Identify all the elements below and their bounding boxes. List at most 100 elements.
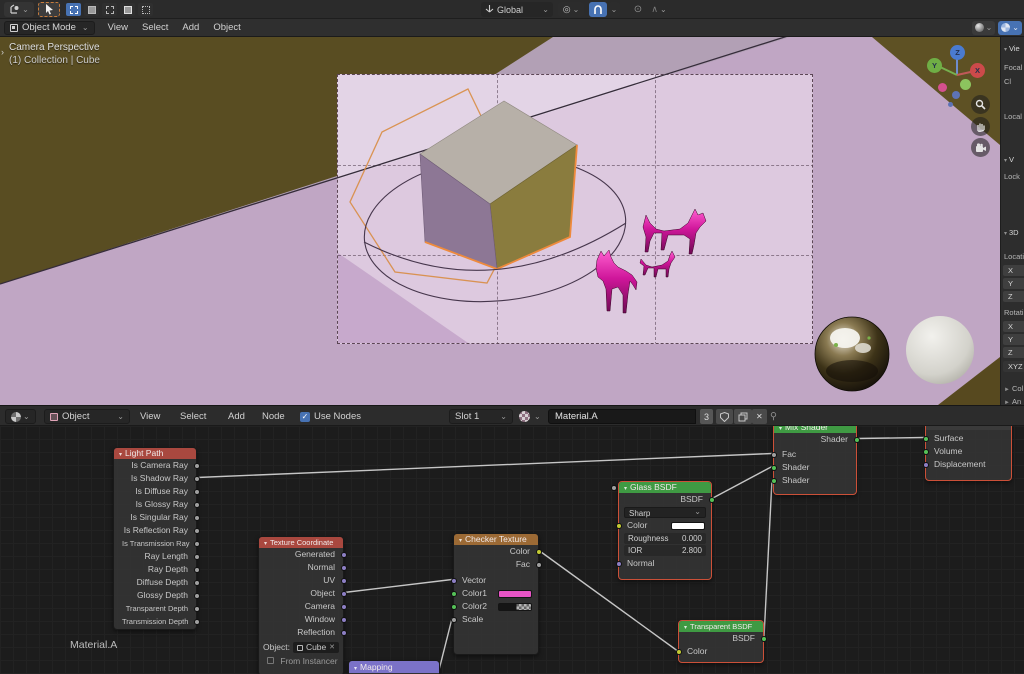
node-glass-bsdf-header[interactable]: ▾Glass BSDF — [619, 482, 711, 493]
toolbar-flyout-icon[interactable]: › — [1, 47, 4, 57]
select-mode-set-button[interactable] — [66, 3, 81, 16]
glass-color-swatch[interactable] — [671, 522, 705, 531]
pan-view-button[interactable] — [971, 117, 990, 136]
node-transparent-bsdf-header[interactable]: ▾Transparent BSDF — [679, 621, 763, 632]
dog-model-small[interactable] — [640, 251, 675, 277]
rotation-x-field[interactable]: X — [1003, 321, 1024, 332]
panel-collections-header[interactable]: ►Col — [1004, 384, 1024, 393]
panel-annotations-header[interactable]: ►An — [1004, 397, 1024, 405]
socket-row[interactable]: UV — [259, 574, 343, 587]
pin-button[interactable]: ⚲ — [770, 409, 777, 424]
node-canvas[interactable]: ▾Light Path Is Camera Ray Is Shadow Ray … — [0, 426, 1024, 674]
socket-row[interactable]: Normal — [259, 561, 343, 574]
socket-row[interactable]: BSDF — [679, 632, 763, 645]
rotation-z-field[interactable]: Z — [1003, 347, 1024, 358]
socket-row[interactable]: Color — [619, 519, 711, 532]
node-mapping[interactable]: ▾Mapping — [348, 660, 440, 674]
node-glass-bsdf[interactable]: ▾Glass BSDF BSDF Sharp⌄ Color Roughness0… — [618, 481, 712, 580]
distribution-dropdown[interactable]: Sharp⌄ — [624, 507, 706, 518]
node-texture-coordinate[interactable]: ▾Texture Coordinate Generated Normal UV … — [258, 536, 344, 674]
dog-model-right[interactable] — [643, 209, 706, 254]
socket-row[interactable]: Transmission Depth — [114, 615, 196, 628]
select-mode-intersect-button[interactable] — [138, 3, 153, 16]
gizmo-y-axis[interactable]: Y — [927, 58, 942, 73]
proportional-editing-button[interactable]: ⊙ — [630, 2, 646, 17]
socket-row[interactable]: Transparent Depth — [114, 602, 196, 615]
snap-toggle-button[interactable] — [589, 2, 607, 17]
color1-swatch[interactable] — [498, 590, 532, 599]
socket-row[interactable]: Shader — [774, 461, 856, 474]
socket-row[interactable]: Normal — [619, 557, 711, 570]
close-icon[interactable]: ✕ — [329, 642, 335, 653]
socket-row[interactable]: Object — [259, 587, 343, 600]
rotation-y-field[interactable]: Y — [1003, 334, 1024, 345]
socket-row[interactable]: Surface — [926, 432, 1011, 445]
node-transparent-bsdf[interactable]: ▾Transparent BSDF BSDF Color — [678, 620, 764, 663]
node-menu-node[interactable]: Node — [262, 409, 285, 424]
socket-row[interactable]: Displacement — [926, 458, 1011, 471]
node-mapping-header[interactable]: ▾Mapping — [349, 661, 439, 673]
select-mode-extend-button[interactable] — [84, 3, 99, 16]
object-picker-field[interactable]: Cube ✕ — [293, 642, 339, 653]
socket-row[interactable]: Color — [679, 645, 763, 658]
location-z-field[interactable]: Z — [1003, 291, 1024, 302]
socket-row[interactable]: Color1 — [454, 587, 538, 600]
node-menu-select[interactable]: Select — [180, 409, 206, 424]
node-mix-shader[interactable]: ▾Mix Shader Shader Fac Shader Shader — [773, 426, 857, 495]
panel-3d-cursor-header[interactable]: ▾3D — [1004, 228, 1024, 237]
socket-row[interactable]: Color — [454, 545, 538, 558]
fake-user-button[interactable] — [716, 409, 733, 424]
new-material-button[interactable] — [734, 409, 752, 424]
material-name-field[interactable]: Material.A — [548, 409, 696, 424]
dog-model-large[interactable] — [596, 250, 637, 313]
location-y-field[interactable]: Y — [1003, 278, 1024, 289]
socket-row[interactable]: Is Camera Ray — [114, 459, 196, 472]
panel-view-lock-header[interactable]: ▾V — [1004, 155, 1024, 164]
socket-row[interactable]: Is Reflection Ray — [114, 524, 196, 537]
socket-row[interactable]: Ray Length — [114, 550, 196, 563]
node-light-path[interactable]: ▾Light Path Is Camera Ray Is Shadow Ray … — [113, 447, 197, 630]
socket-row[interactable]: Is Singular Ray — [114, 511, 196, 524]
socket-row[interactable]: Scale — [454, 613, 538, 626]
shading-material-preview-button[interactable]: ⌄ — [972, 21, 996, 35]
gizmo-neg-y-axis[interactable] — [960, 79, 971, 90]
gizmo-x-axis[interactable]: X — [970, 63, 985, 78]
slot-dropdown[interactable]: Slot 1 ⌄ — [449, 409, 513, 424]
camera-view-button[interactable] — [971, 138, 990, 157]
ior-field[interactable]: IOR2.800 — [624, 545, 706, 556]
material-browse-button[interactable]: ⌄ — [519, 409, 541, 424]
menu-select[interactable]: Select — [135, 21, 175, 35]
socket-row[interactable]: Reflection — [259, 626, 343, 639]
shading-rendered-button[interactable]: ⌄ — [998, 21, 1022, 35]
socket-row[interactable]: Volume — [926, 445, 1011, 458]
menu-object[interactable]: Object — [206, 21, 247, 35]
shader-type-dropdown[interactable]: Object ⌄ — [44, 409, 130, 424]
node-material-output[interactable]: Surface Volume Displacement — [925, 426, 1012, 481]
node-menu-add[interactable]: Add — [228, 409, 245, 424]
node-menu-view[interactable]: View — [140, 409, 160, 424]
node-checker-texture[interactable]: ▾Checker Texture Color Fac Vector Color1… — [453, 533, 539, 655]
zoom-view-button[interactable] — [971, 95, 990, 114]
select-mode-subtract-button[interactable] — [102, 3, 117, 16]
socket-row[interactable]: Diffuse Depth — [114, 576, 196, 589]
transform-orientation-dropdown[interactable]: Global ⌄ — [481, 2, 553, 17]
node-mix-shader-header[interactable]: ▾Mix Shader — [774, 426, 856, 433]
snap-settings-dropdown[interactable]: ⌄ — [608, 2, 620, 17]
socket-row[interactable]: Fac — [454, 558, 538, 571]
menu-add[interactable]: Add — [175, 21, 206, 35]
gizmo-neg-z-axis[interactable] — [952, 91, 960, 99]
viewport-3d[interactable]: Camera Perspective (1) Collection | Cube… — [0, 37, 1000, 405]
color2-swatch[interactable] — [498, 603, 532, 612]
socket-row[interactable]: Color2 — [454, 600, 538, 613]
socket-row[interactable]: Vector — [454, 574, 538, 587]
pivot-point-dropdown[interactable]: ◎ ⌄ — [558, 2, 584, 17]
unlink-material-button[interactable]: ✕ — [752, 409, 767, 424]
socket-row[interactable]: Is Glossy Ray — [114, 498, 196, 511]
active-tool-select-box-button[interactable] — [38, 2, 60, 17]
socket-row[interactable]: Shader — [774, 433, 856, 446]
gizmo-neg-x-axis[interactable] — [938, 83, 947, 92]
socket-row[interactable]: Is Transmission Ray — [114, 537, 196, 550]
from-instancer-row[interactable]: From Instancer — [259, 655, 343, 668]
editor-type-button[interactable]: ⌄ — [4, 2, 34, 17]
socket-row[interactable]: Window — [259, 613, 343, 626]
